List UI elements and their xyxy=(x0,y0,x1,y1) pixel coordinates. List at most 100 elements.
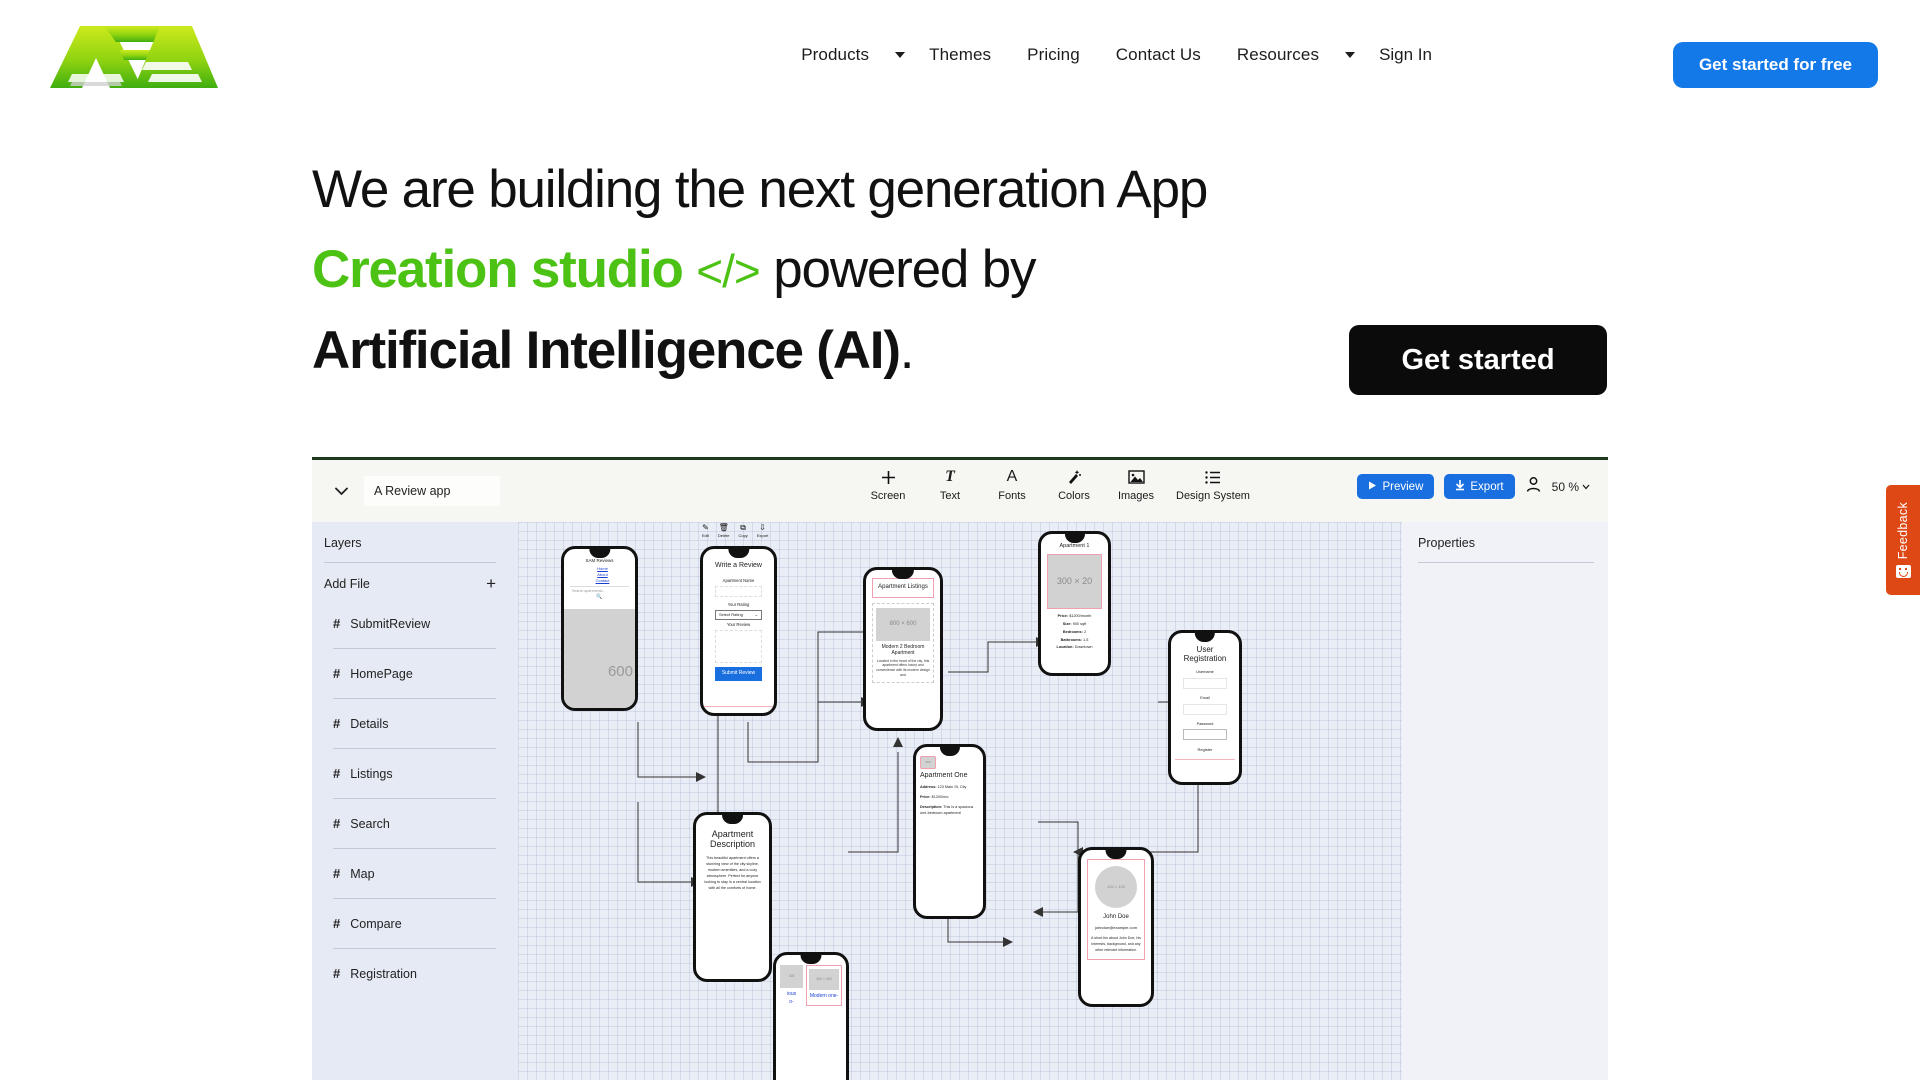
code-tag-icon: </> xyxy=(696,245,761,297)
nav-item-themes[interactable]: Themes xyxy=(911,45,1009,65)
zoom-level-selector[interactable]: 50 % xyxy=(1552,480,1590,494)
mini-delete-button[interactable]: 🗑 Delete xyxy=(718,524,730,539)
hash-icon: # xyxy=(333,966,341,981)
description-title: Apartment Description xyxy=(709,829,756,850)
sign-in-link[interactable]: Sign In xyxy=(1361,45,1450,65)
tool-design-system[interactable]: Design System xyxy=(1167,466,1259,502)
layer-label: Registration xyxy=(350,966,417,981)
screen-profile[interactable]: 120 × 120 John Doe johndoe@example.com A… xyxy=(1078,847,1154,1007)
feedback-tab[interactable]: Feedback xyxy=(1886,485,1920,595)
headline-line-2: Creation studio </> powered by xyxy=(312,230,1632,311)
get-started-button[interactable]: Get started xyxy=(1349,325,1607,395)
screen-description[interactable]: Apartment Description This beautiful apa… xyxy=(693,812,772,982)
layer-item-compare[interactable]: # Compare xyxy=(324,899,496,948)
apartment-name-input[interactable] xyxy=(715,585,762,597)
tool-images-label: Images xyxy=(1117,490,1155,502)
zoom-level-value: 50 % xyxy=(1551,479,1579,494)
your-rating-label: Your Rating xyxy=(727,601,750,607)
tool-images[interactable]: Images xyxy=(1105,466,1167,502)
tool-screen[interactable]: Screen xyxy=(857,466,919,502)
screen-baseline xyxy=(703,706,774,707)
tool-fonts[interactable]: A Fonts xyxy=(981,466,1043,502)
review-textarea[interactable] xyxy=(715,630,762,664)
compare-image-right: 400 × 400 xyxy=(809,969,839,990)
mini-export-button[interactable]: ⇩ Export xyxy=(757,524,769,539)
headline-line-1: We are building the next generation App xyxy=(312,160,1208,219)
profile-bio: A short bio about John Doe, his interest… xyxy=(1091,936,1141,952)
text-icon: T xyxy=(945,468,955,485)
username-label: Username xyxy=(1196,670,1214,675)
nav-item-products[interactable]: Products xyxy=(783,45,887,65)
get-started-for-free-button[interactable]: Get started for free xyxy=(1672,42,1878,88)
export-button[interactable]: Export xyxy=(1444,474,1515,499)
location-key: Location: xyxy=(1056,645,1074,650)
layers-panel: Layers Add File + # SubmitReview # HomeP… xyxy=(312,522,518,1080)
size-key: Size: xyxy=(1062,622,1072,627)
design-canvas[interactable]: ✎ Edit 🗑 Delete ⧉ Copy ⇩ Export SAM Revi… xyxy=(518,522,1402,1080)
add-file-button[interactable]: Add File + xyxy=(324,575,496,592)
mini-edit-button[interactable]: ✎ Edit xyxy=(702,524,709,539)
toolbar-actions: Preview Export 50 % xyxy=(1357,474,1590,499)
apartment-one-thumb: 300 xyxy=(920,756,936,769)
account-person-icon[interactable] xyxy=(1525,476,1542,498)
apartment-1-title: Apartment 1 xyxy=(1059,543,1090,549)
layer-item-search[interactable]: # Search xyxy=(324,799,496,848)
email-input[interactable] xyxy=(1183,703,1227,715)
copy-icon: ⧉ xyxy=(740,523,746,532)
afs-logo[interactable] xyxy=(42,18,222,96)
listing-item-desc: Located in the heart of the city, this a… xyxy=(876,658,930,678)
layer-item-registration[interactable]: # Registration xyxy=(324,949,496,998)
layer-label: Details xyxy=(350,716,389,731)
nav-item-resources[interactable]: Resources xyxy=(1219,45,1337,65)
layer-item-submitreview[interactable]: # SubmitReview xyxy=(324,599,496,648)
price-value: $1200/mo xyxy=(931,795,949,800)
screen-listings[interactable]: Apartment Listings 800 × 600 Modern 2 Be… xyxy=(863,567,943,731)
layers-divider xyxy=(324,562,496,563)
layer-item-listings[interactable]: # Listings xyxy=(324,749,496,798)
registration-title: User Registration xyxy=(1183,645,1227,664)
nav-item-pricing[interactable]: Pricing xyxy=(1009,45,1098,65)
resources-chevron-down-icon[interactable] xyxy=(1337,52,1361,58)
add-file-plus-icon[interactable]: + xyxy=(486,575,496,592)
screen-apartment-1[interactable]: Apartment 1 300 × 20 Price: $1200/month … xyxy=(1038,531,1111,676)
search-icon[interactable]: 🔍 xyxy=(570,594,629,602)
mini-copy-button[interactable]: ⧉ Copy xyxy=(738,523,747,539)
price-value: $1200/month xyxy=(1069,614,1092,619)
screen-baseline xyxy=(1175,759,1235,760)
app-preview-mockup: Screen T Text A Fonts Colors xyxy=(312,457,1608,1080)
rating-select[interactable]: Select Rating ⌄ xyxy=(715,610,762,621)
layer-label: Compare xyxy=(350,916,402,931)
homepage-link-contact[interactable]: Contact xyxy=(576,578,629,584)
hash-icon: # xyxy=(333,866,341,881)
products-chevron-down-icon[interactable] xyxy=(887,52,911,58)
apartment-one-title: Apartment One xyxy=(920,772,968,779)
select-chevron-down-icon: ⌄ xyxy=(754,612,758,618)
project-name-input[interactable] xyxy=(364,476,500,506)
homepage-search-input[interactable]: Search apartments... xyxy=(570,585,629,594)
layer-item-details[interactable]: # Details xyxy=(324,699,496,748)
image-icon xyxy=(1127,466,1145,488)
email-label: Email xyxy=(1200,696,1210,701)
tool-text[interactable]: T Text xyxy=(919,466,981,502)
nav-item-contact-us[interactable]: Contact Us xyxy=(1098,45,1219,65)
screen-apartment-one[interactable]: 300 Apartment One Address: 123 Main St, … xyxy=(913,744,986,919)
screen-registration[interactable]: User Registration Username Email Passwor… xyxy=(1168,630,1242,785)
project-chevron-down-icon[interactable] xyxy=(330,480,352,502)
bedrooms-key: Bedrooms: xyxy=(1062,629,1083,634)
tool-text-label: Text xyxy=(939,490,961,502)
layer-item-homepage[interactable]: # HomePage xyxy=(324,649,496,698)
layer-item-map[interactable]: # Map xyxy=(324,849,496,898)
headline-highlight: Creation studio xyxy=(312,240,684,299)
tool-colors[interactable]: Colors xyxy=(1043,466,1105,502)
username-input[interactable] xyxy=(1183,678,1227,690)
screen-write-review[interactable]: Write a Review Apartment Name Your Ratin… xyxy=(700,546,777,716)
register-button[interactable]: Register xyxy=(1177,747,1233,753)
password-input[interactable] xyxy=(1183,729,1227,741)
screen-compare[interactable]: 400 ious o- 400 × 400 Modern one- xyxy=(773,952,849,1080)
preview-button[interactable]: Preview xyxy=(1357,474,1435,499)
listing-item-title: Modern 2 Bedroom Apartment xyxy=(881,643,925,657)
preview-label: Preview xyxy=(1382,480,1424,493)
submit-review-button[interactable]: Submit Review xyxy=(715,667,762,681)
screen-homepage[interactable]: SAM Reviews Home About Contact Search ap… xyxy=(561,546,638,711)
description-body: This beautiful apartment offers a stunni… xyxy=(704,855,761,891)
